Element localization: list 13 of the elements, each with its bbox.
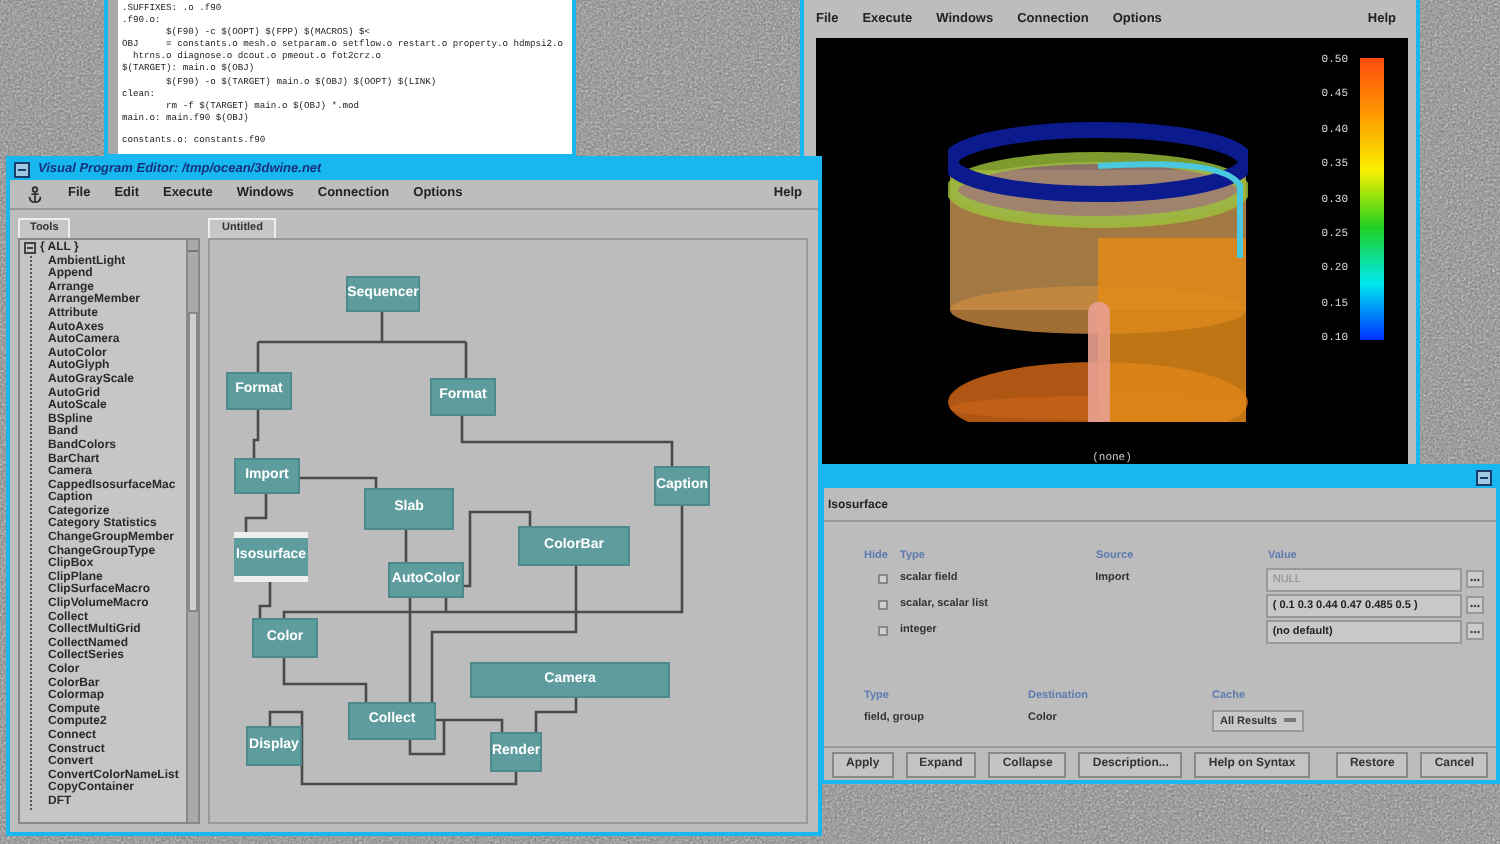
anchor-icon[interactable] xyxy=(26,185,44,203)
hide-checkbox[interactable] xyxy=(878,626,888,636)
dropdown-icon xyxy=(1284,718,1297,725)
hide-checkbox[interactable] xyxy=(878,600,888,610)
browse-button[interactable] xyxy=(1466,596,1484,614)
scrollbar[interactable] xyxy=(108,0,118,154)
scrollbar[interactable] xyxy=(186,240,198,822)
browse-button[interactable] xyxy=(1466,622,1484,640)
collapse-icon[interactable] xyxy=(24,242,36,255)
hide-checkbox[interactable] xyxy=(878,574,888,584)
browse-button[interactable] xyxy=(1466,570,1484,588)
window-menu-icon[interactable] xyxy=(14,162,30,178)
window-menu-icon[interactable] xyxy=(1476,470,1492,486)
